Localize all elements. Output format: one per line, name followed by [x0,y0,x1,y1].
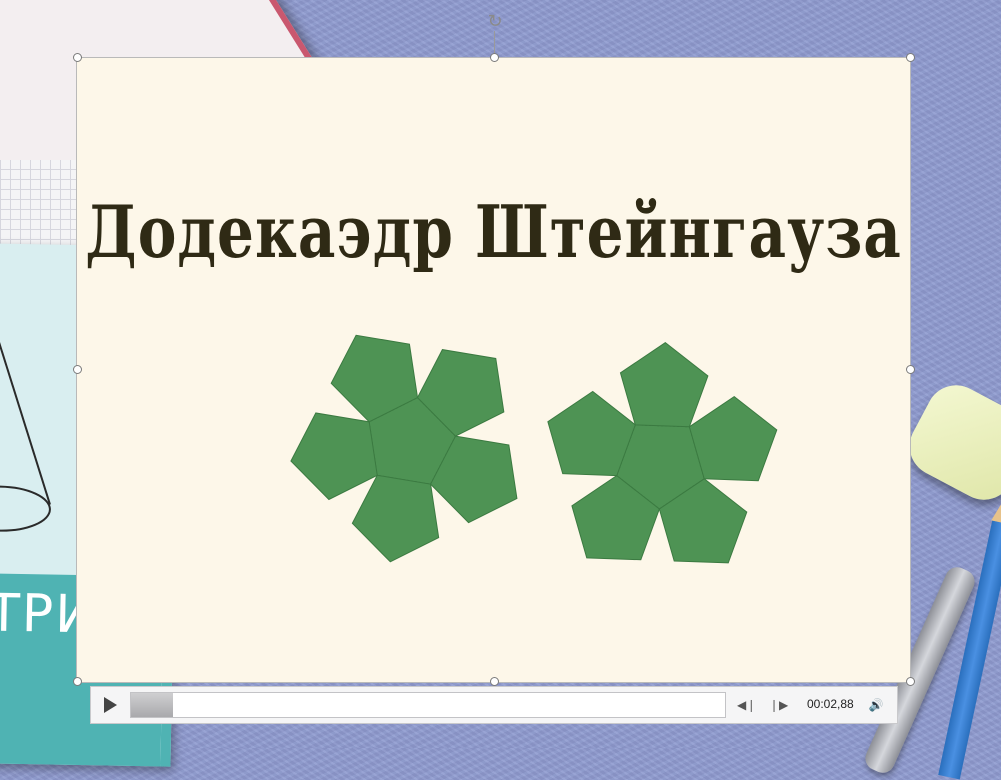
dodecahedron-net-left [290,334,518,563]
step-forward-icon: ❘▶ [769,698,789,712]
resize-handle-top-left[interactable] [73,53,82,62]
background-eraser [899,374,1001,511]
dodecahedron-nets [290,334,778,564]
resize-handle-bottom[interactable] [490,677,499,686]
net-face [351,474,440,563]
media-player-bar: ◀❘ ❘▶ 00:02,88 🔊 [90,686,898,724]
resize-handle-top-right[interactable] [906,53,915,62]
step-forward-button[interactable]: ❘▶ [769,696,789,714]
video-slide[interactable]: Додекаэдр Штейнгауза [76,57,911,683]
time-display: 00:02,88 [807,697,854,711]
resize-handle-bottom-left[interactable] [73,677,82,686]
step-back-button[interactable]: ◀❘ [737,696,757,714]
resize-handle-bottom-right[interactable] [906,677,915,686]
play-button[interactable] [99,694,121,716]
resize-handle-left[interactable] [73,365,82,374]
rotate-handle-icon[interactable]: ↻ [485,12,505,32]
seek-bar-progress [131,693,173,717]
resize-handle-top[interactable] [490,53,499,62]
step-back-icon: ◀❘ [737,698,757,712]
net-face [290,412,378,501]
net-face [619,342,709,428]
volume-button[interactable]: 🔊 [867,696,885,714]
play-icon [103,697,117,713]
seek-bar[interactable] [130,692,726,718]
background-pencil [938,487,1001,780]
resize-handle-right[interactable] [906,365,915,374]
volume-icon: 🔊 [868,698,884,712]
dodecahedron-net-right [547,342,778,564]
rotate-handle-stem [494,31,495,55]
net-face [688,395,778,482]
